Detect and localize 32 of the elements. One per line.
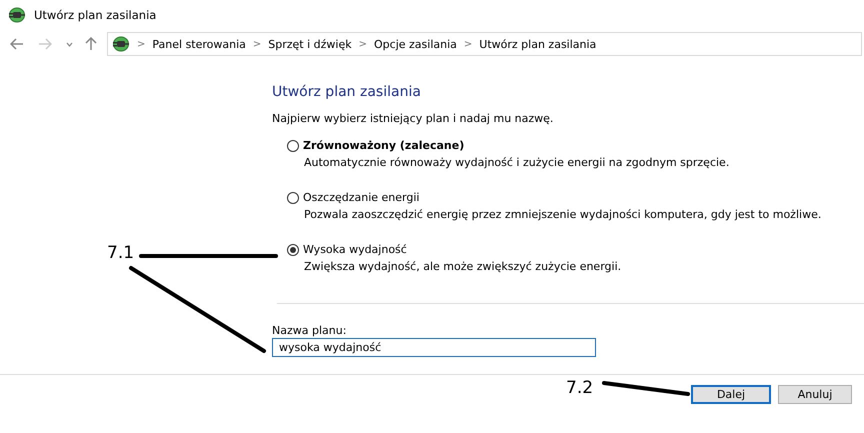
separator-icon: > xyxy=(464,38,472,50)
breadcrumb[interactable]: Sprzęt i dźwięk xyxy=(268,38,352,50)
plan-label[interactable]: Oszczędzanie energii xyxy=(303,191,420,204)
plan-description: Zwiększa wydajność, ale może zwiększyć zużycie energii. xyxy=(303,260,622,273)
field-label: Nazwa planu: xyxy=(272,324,348,337)
breadcrumb[interactable]: Opcje zasilania xyxy=(374,38,457,50)
dropdown-icon[interactable] xyxy=(66,42,73,46)
annotation-label: 7.1 xyxy=(107,243,134,263)
separator-icon: > xyxy=(137,38,146,50)
separator-icon: > xyxy=(358,38,368,50)
plan-label[interactable]: Zrównoważony (zalecane) xyxy=(303,139,464,152)
radio-button[interactable] xyxy=(287,192,299,204)
plan-label[interactable]: Wysoka wydajność xyxy=(303,243,407,256)
annotation-label: 7.2 xyxy=(566,378,594,398)
back-icon[interactable] xyxy=(10,38,24,50)
intro-text: Najpierw wybierz istniejący plan i nadaj mu nazwę. xyxy=(272,112,554,125)
page-heading: Utwórz plan zasilania xyxy=(272,84,422,102)
separator-icon: > xyxy=(252,38,262,50)
up-icon[interactable] xyxy=(85,37,97,51)
dialog-button[interactable]: Anuluj xyxy=(778,385,852,404)
power-plan-icon xyxy=(112,35,130,53)
plan-name-field[interactable]: wysoka wydajność xyxy=(272,338,596,357)
radio-button[interactable] xyxy=(287,244,299,256)
breadcrumb[interactable]: Panel sterowania xyxy=(152,38,246,50)
dialog-button[interactable]: Dalej xyxy=(691,385,771,404)
plan-description: Automatycznie równoważy wydajność i zużycie energii na zgodnym sprzęcie. xyxy=(303,156,730,169)
plan-description: Pozwala zaoszczędzić energię przez zmniejszenie wydajności komputera, gdy jest to możliwe. xyxy=(303,208,822,221)
breadcrumb[interactable]: Utwórz plan zasilania xyxy=(479,38,596,50)
power-plan-icon xyxy=(8,6,26,24)
radio-button[interactable] xyxy=(287,140,299,152)
address-bar[interactable]: > Panel sterowania > Sprzęt i dźwięk > Opcje zasilania > Utwórz plan zasilania xyxy=(107,32,862,56)
window-title: Utwórz plan zasilania xyxy=(34,8,156,22)
